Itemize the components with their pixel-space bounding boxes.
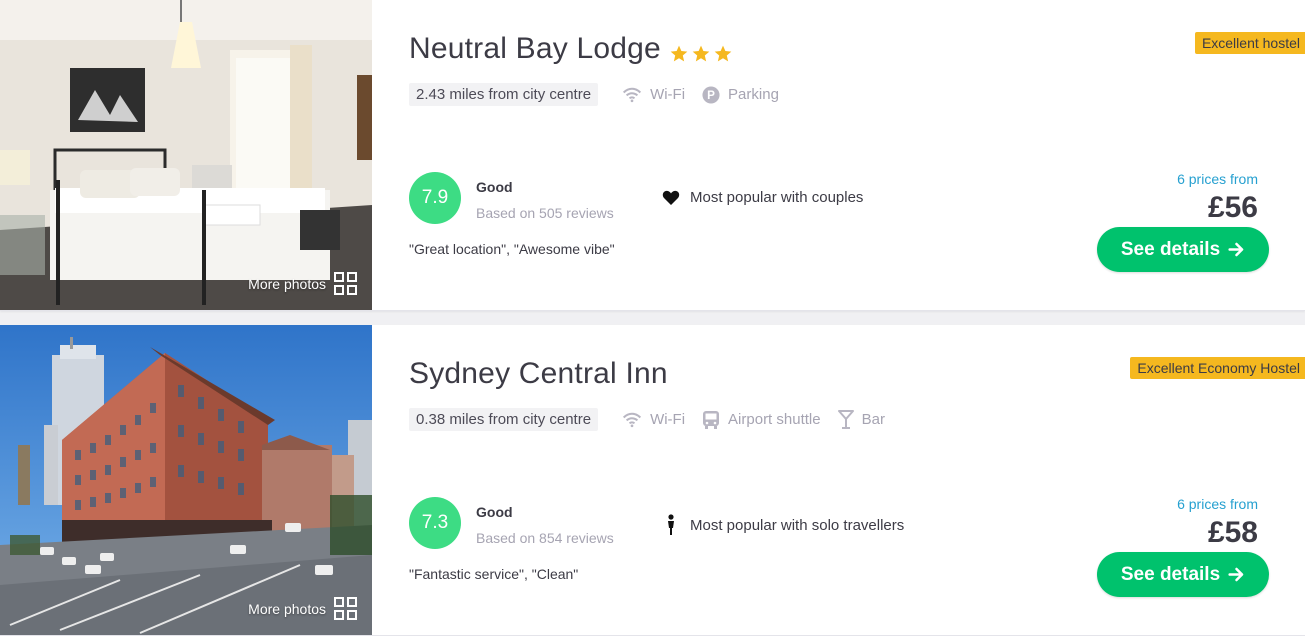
facility-label: Airport shuttle (728, 411, 821, 428)
more-photos-link[interactable]: More photos (248, 597, 358, 621)
facility-wifi: Wi-Fi (622, 86, 685, 103)
solo-traveller-icon (668, 514, 674, 535)
review-count: Based on 505 reviews (476, 205, 614, 221)
rating-badge: Excellent hostel (1194, 32, 1305, 54)
more-photos-label: More photos (248, 276, 326, 292)
popular-label: Most popular with solo travellers (690, 516, 905, 534)
wifi-icon (623, 87, 642, 102)
see-details-button[interactable]: See details (1097, 227, 1269, 272)
price: £58 (1207, 516, 1258, 549)
heart-icon (662, 190, 680, 205)
property-photo[interactable]: More photos (0, 325, 372, 635)
star-icon (670, 45, 688, 62)
prices-from-link[interactable]: 6 prices from (1177, 171, 1258, 187)
facilities-row: 2.43 miles from city centre Wi-Fi P Park… (409, 83, 796, 106)
rating-score: 7.9 (409, 172, 461, 224)
bedroom-photo (0, 0, 372, 310)
facility-label: Wi-Fi (650, 86, 686, 103)
facility-parking: P Parking (702, 85, 779, 104)
more-photos-link[interactable]: More photos (248, 272, 358, 296)
facility-label: Wi-Fi (650, 411, 686, 428)
bus-icon (703, 410, 720, 429)
popular-with: Most popular with solo travellers (662, 514, 904, 536)
see-details-label: See details (1120, 563, 1221, 585)
property-name[interactable]: Neutral Bay Lodge (409, 32, 661, 66)
property-card[interactable]: More photos Sydney Central Inn Excellent… (0, 325, 1305, 636)
star-rating (669, 44, 733, 63)
wifi-icon (623, 412, 642, 427)
see-details-button[interactable]: See details (1097, 552, 1269, 597)
distance-label: 0.38 miles from city centre (409, 408, 599, 431)
property-card[interactable]: More photos Neutral Bay Lodge Excellent … (0, 0, 1305, 311)
street-building-photo (0, 325, 372, 635)
price: £56 (1207, 191, 1258, 224)
facility-airport-shuttle: Airport shuttle (702, 410, 821, 430)
popular-label: Most popular with couples (690, 189, 864, 206)
arrow-right-icon (1228, 567, 1244, 582)
rating-keyword: Good (476, 179, 513, 195)
gallery-grid-icon (334, 597, 358, 621)
facility-label: Parking (728, 86, 779, 103)
more-photos-label: More photos (248, 601, 326, 617)
review-count: Based on 854 reviews (476, 530, 614, 546)
see-details-label: See details (1120, 238, 1221, 260)
review-highlights: "Fantastic service", "Clean" (409, 566, 579, 582)
facility-label: Bar (861, 411, 885, 428)
distance-label: 2.43 miles from city centre (409, 83, 599, 106)
arrow-right-icon (1228, 242, 1244, 257)
prices-from-link[interactable]: 6 prices from (1177, 496, 1258, 512)
review-highlights: "Great location", "Awesome vibe" (409, 241, 615, 257)
facility-wifi: Wi-Fi (622, 411, 685, 428)
star-icon (692, 45, 710, 62)
rating-score: 7.3 (409, 497, 461, 549)
property-name[interactable]: Sydney Central Inn (409, 357, 668, 391)
facility-bar: Bar (837, 409, 885, 430)
rating-badge: Excellent Economy Hostel (1130, 357, 1305, 379)
parking-icon: P (702, 85, 720, 104)
star-icon (714, 45, 732, 62)
rating-keyword: Good (476, 504, 513, 520)
gallery-grid-icon (334, 272, 358, 296)
cocktail-icon (837, 409, 854, 429)
popular-with: Most popular with couples (662, 189, 863, 206)
facilities-row: 0.38 miles from city centre Wi-Fi Airpor… (409, 408, 902, 431)
svg-text:P: P (707, 89, 715, 102)
property-photo[interactable]: More photos (0, 0, 372, 310)
